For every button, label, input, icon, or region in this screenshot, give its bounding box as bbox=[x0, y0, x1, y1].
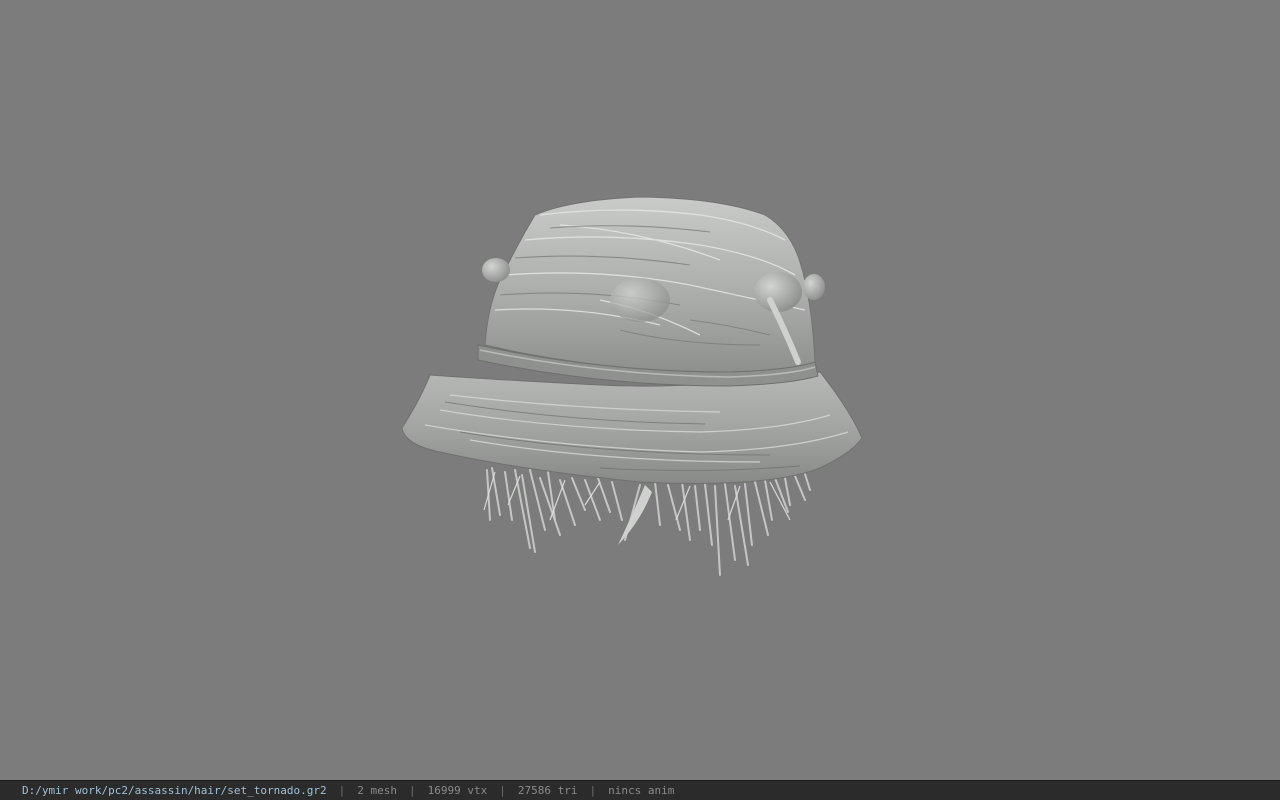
file-path: D:/ymir work/pc2/assassin/hair/set_torna… bbox=[22, 784, 327, 797]
3d-viewport[interactable] bbox=[0, 0, 1280, 780]
separator: | bbox=[409, 784, 416, 797]
crown-bump-center bbox=[610, 278, 670, 322]
crown-bump-left bbox=[482, 258, 510, 282]
status-bar: D:/ymir work/pc2/assassin/hair/set_torna… bbox=[0, 780, 1280, 800]
hair-mesh-model bbox=[401, 196, 863, 576]
mesh-count: 2 mesh bbox=[357, 784, 398, 797]
separator: | bbox=[499, 784, 506, 797]
crown-bump-tip bbox=[803, 274, 825, 300]
separator: | bbox=[338, 784, 346, 797]
separator: | bbox=[589, 784, 597, 797]
triangle-count: 27586 tri bbox=[517, 784, 578, 797]
hair-strands bbox=[486, 467, 811, 576]
vertex-count: 16999 vtx bbox=[427, 784, 488, 797]
anim-status: nincs anim bbox=[608, 784, 675, 797]
crown-bump-right bbox=[754, 272, 802, 312]
